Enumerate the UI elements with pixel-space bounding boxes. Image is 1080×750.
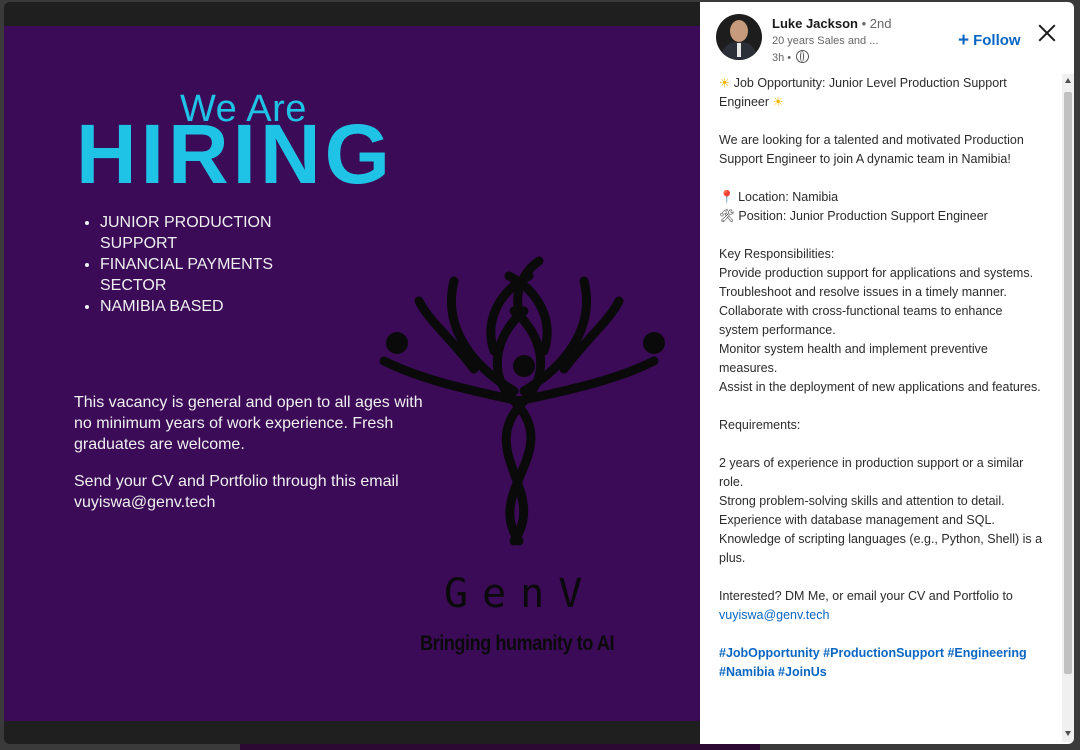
poster-brand: GenV [444,571,597,617]
post-location-text: Location: Namibia [738,190,839,204]
author-name-row[interactable]: Luke Jackson • 2nd [772,16,891,31]
poster-bullet: NAMIBIA BASED [100,296,300,317]
post-header: Luke Jackson • 2nd 20 years Sales and ..… [700,2,1074,74]
post-hashtags[interactable]: #JobOpportunity #ProductionSupport #Engi… [719,644,1044,682]
tools-icon: 🛠 [719,209,735,223]
follow-label: Follow [973,32,1021,49]
responsibility-item: Monitor system health and implement prev… [719,342,988,375]
post-time-row: 3h • [772,50,810,64]
post-cta: Interested? DM Me, or email your CV and … [719,589,1013,603]
hiring-poster: We Are HIRING JUNIOR PRODUCTION SUPPORT … [4,26,700,721]
poster-hiring: HIRING [76,107,394,201]
responsibility-item: Provide production support for applicati… [719,266,1034,280]
author-name[interactable]: Luke Jackson [772,16,858,31]
post-intro: We are looking for a talented and motiva… [719,133,1024,166]
avatar-tie [737,43,741,57]
poster-email: vuyiswa@genv.tech [74,494,216,511]
post-title: ☀ Job Opportunity: Junior Level Producti… [719,74,1044,112]
requirements-heading: Requirements: [719,418,801,432]
globe-icon [796,50,810,63]
requirement-item: Knowledge of scripting languages (e.g., … [719,532,1043,565]
post-title-text: Job Opportunity: Junior Level Production… [733,76,1007,90]
author-avatar[interactable] [716,14,762,60]
poster-bullets: JUNIOR PRODUCTION SUPPORT FINANCIAL PAYM… [84,212,300,317]
responsibilities-heading: Key Responsibilities: [719,247,835,261]
responsibility-item: Collaborate with cross-functional teams … [719,304,1003,337]
post-position-text: Position: Junior Production Support Engi… [738,209,988,223]
scroll-up-arrow-icon[interactable] [1065,78,1071,83]
sun-icon: ☀ [719,76,731,90]
requirement-item: Strong problem-solving skills and attent… [719,494,1005,508]
post-scrollbar[interactable] [1062,74,1074,742]
plus-icon: + [958,30,970,51]
requirement-item: Experience with database management and … [719,513,995,527]
responsibility-item: Assist in the deployment of new applicat… [719,380,1041,394]
post-modal: We Are HIRING JUNIOR PRODUCTION SUPPORT … [4,2,1074,744]
poster-tagline: Bringing humanity to AI [420,632,615,655]
post-text: ☀ Job Opportunity: Junior Level Producti… [719,74,1044,742]
responsibility-item: Troubleshoot and resolve issues in a tim… [719,285,1007,299]
poster-bullet: FINANCIAL PAYMENTS SECTOR [100,254,300,296]
follow-button[interactable]: + Follow [958,30,1021,52]
close-icon[interactable] [1034,20,1060,46]
requirement-item: 2 years of experience in production supp… [719,456,1024,489]
post-image-area[interactable]: We Are HIRING JUNIOR PRODUCTION SUPPORT … [4,2,700,744]
post-location: 📍 Location: Namibia [719,188,1044,207]
avatar-head [730,20,748,42]
post-time: 3h • [772,52,792,64]
post-position: 🛠 Position: Junior Production Support En… [719,207,1044,226]
scroll-down-arrow-icon[interactable] [1065,731,1071,736]
post-cta-email[interactable]: vuyiswa@genv.tech [719,606,1044,625]
scroll-thumb[interactable] [1064,92,1072,674]
genv-tree-logo [379,256,665,546]
sun-icon: ☀ [772,95,784,109]
pin-icon: 📍 [719,190,735,204]
post-detail-panel: Luke Jackson • 2nd 20 years Sales and ..… [700,2,1074,744]
connection-degree: • 2nd [858,16,892,31]
post-title-text-2: Engineer [719,95,770,109]
poster-bullet: JUNIOR PRODUCTION SUPPORT [100,212,300,254]
author-headline: 20 years Sales and ... [772,35,879,47]
